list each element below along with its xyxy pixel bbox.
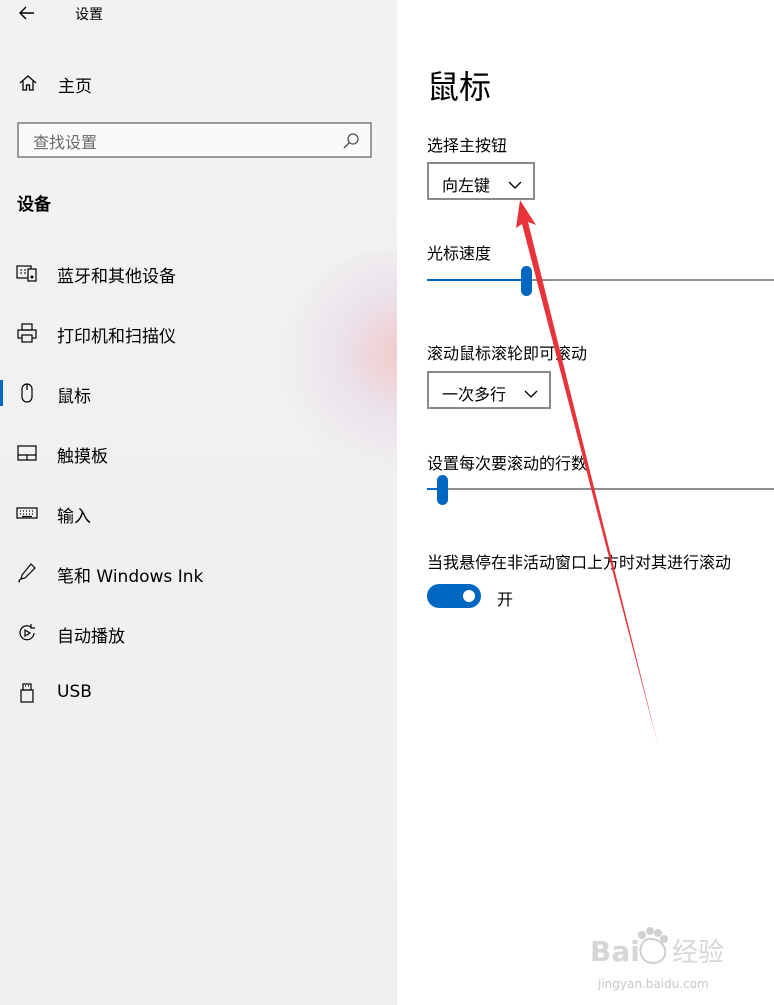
- pen-icon: [16, 562, 38, 584]
- baidu-watermark: Bai 经验 jingyan.baidu.com: [590, 925, 740, 995]
- search-input[interactable]: [31, 130, 335, 154]
- sidebar: 设置 主页 设备 蓝牙和其他设备 打印机和扫描仪 鼠标: [0, 0, 397, 1005]
- inactive-scroll-label: 当我悬停在非活动窗口上方时对其进行滚动: [427, 553, 732, 572]
- toggle-knob: [463, 590, 475, 602]
- autoplay-icon: [16, 622, 38, 644]
- keyboard-icon: [16, 502, 38, 524]
- lines-per-scroll-slider[interactable]: [427, 475, 774, 505]
- sidebar-item-label: 主页: [58, 77, 92, 97]
- sidebar-item-label: 笔和 Windows Ink: [57, 567, 204, 587]
- dropdown-value: 一次多行: [442, 385, 507, 404]
- chevron-down-icon: [524, 384, 538, 398]
- scroll-mode-dropdown[interactable]: 一次多行: [427, 371, 551, 409]
- svg-text:Bai: Bai: [590, 935, 640, 968]
- inactive-scroll-toggle[interactable]: [427, 584, 481, 608]
- sidebar-item-label: USB: [57, 682, 92, 702]
- sidebar-item-label: 触摸板: [57, 447, 108, 467]
- primary-button-label: 选择主按钮: [427, 136, 508, 155]
- selection-indicator: [0, 380, 3, 406]
- sidebar-item-label: 打印机和扫描仪: [57, 327, 176, 347]
- sidebar-item-pen[interactable]: 笔和 Windows Ink: [0, 549, 397, 597]
- watermark-url: jingyan.baidu.com: [598, 977, 709, 991]
- sidebar-item-bluetooth[interactable]: 蓝牙和其他设备: [0, 249, 397, 297]
- usb-icon: [16, 682, 38, 704]
- slider-track: [427, 488, 774, 490]
- home-icon: [18, 73, 38, 93]
- sidebar-item-label: 输入: [57, 507, 91, 527]
- dropdown-value: 向左键: [442, 176, 491, 195]
- sidebar-item-printers[interactable]: 打印机和扫描仪: [0, 309, 397, 357]
- scroll-mode-label: 滚动鼠标滚轮即可滚动: [427, 344, 588, 363]
- slider-fill: [427, 279, 527, 281]
- cursor-speed-label: 光标速度: [427, 244, 492, 263]
- toggle-state-text: 开: [497, 590, 514, 609]
- sidebar-item-label: 鼠标: [57, 387, 91, 407]
- primary-button-dropdown[interactable]: 向左键: [427, 162, 535, 200]
- sidebar-item-label: 自动播放: [57, 627, 125, 647]
- sidebar-item-usb[interactable]: USB: [0, 669, 397, 717]
- sidebar-item-home[interactable]: 主页: [0, 66, 397, 102]
- main-pane: 鼠标 选择主按钮 向左键 光标速度 滚动鼠标滚轮即可滚动 一次多行 设置每次要滚…: [397, 0, 774, 1005]
- sidebar-item-label: 蓝牙和其他设备: [57, 267, 176, 287]
- cursor-speed-slider[interactable]: [427, 266, 774, 296]
- watermark-logo: Bai 经验: [590, 927, 724, 968]
- mouse-icon: [16, 382, 38, 404]
- sidebar-item-autoplay[interactable]: 自动播放: [0, 609, 397, 657]
- back-arrow-icon[interactable]: [17, 3, 37, 23]
- slider-thumb[interactable]: [437, 475, 448, 505]
- touchpad-icon: [16, 442, 38, 464]
- page-title: 鼠标: [427, 68, 492, 106]
- lines-per-scroll-label: 设置每次要滚动的行数: [427, 454, 588, 473]
- sidebar-item-mouse[interactable]: 鼠标: [0, 369, 397, 417]
- window-title: 设置: [75, 7, 103, 23]
- svg-text:经验: 经验: [672, 938, 724, 968]
- bluetooth-devices-icon: [16, 262, 38, 284]
- section-title: 设备: [17, 195, 51, 215]
- search-box[interactable]: [17, 122, 372, 158]
- printer-icon: [16, 322, 38, 344]
- sidebar-item-touchpad[interactable]: 触摸板: [0, 429, 397, 477]
- search-icon[interactable]: [342, 132, 360, 150]
- sidebar-item-typing[interactable]: 输入: [0, 489, 397, 537]
- title-bar: 设置: [0, 0, 397, 28]
- slider-thumb[interactable]: [521, 266, 532, 296]
- chevron-down-icon: [508, 175, 522, 189]
